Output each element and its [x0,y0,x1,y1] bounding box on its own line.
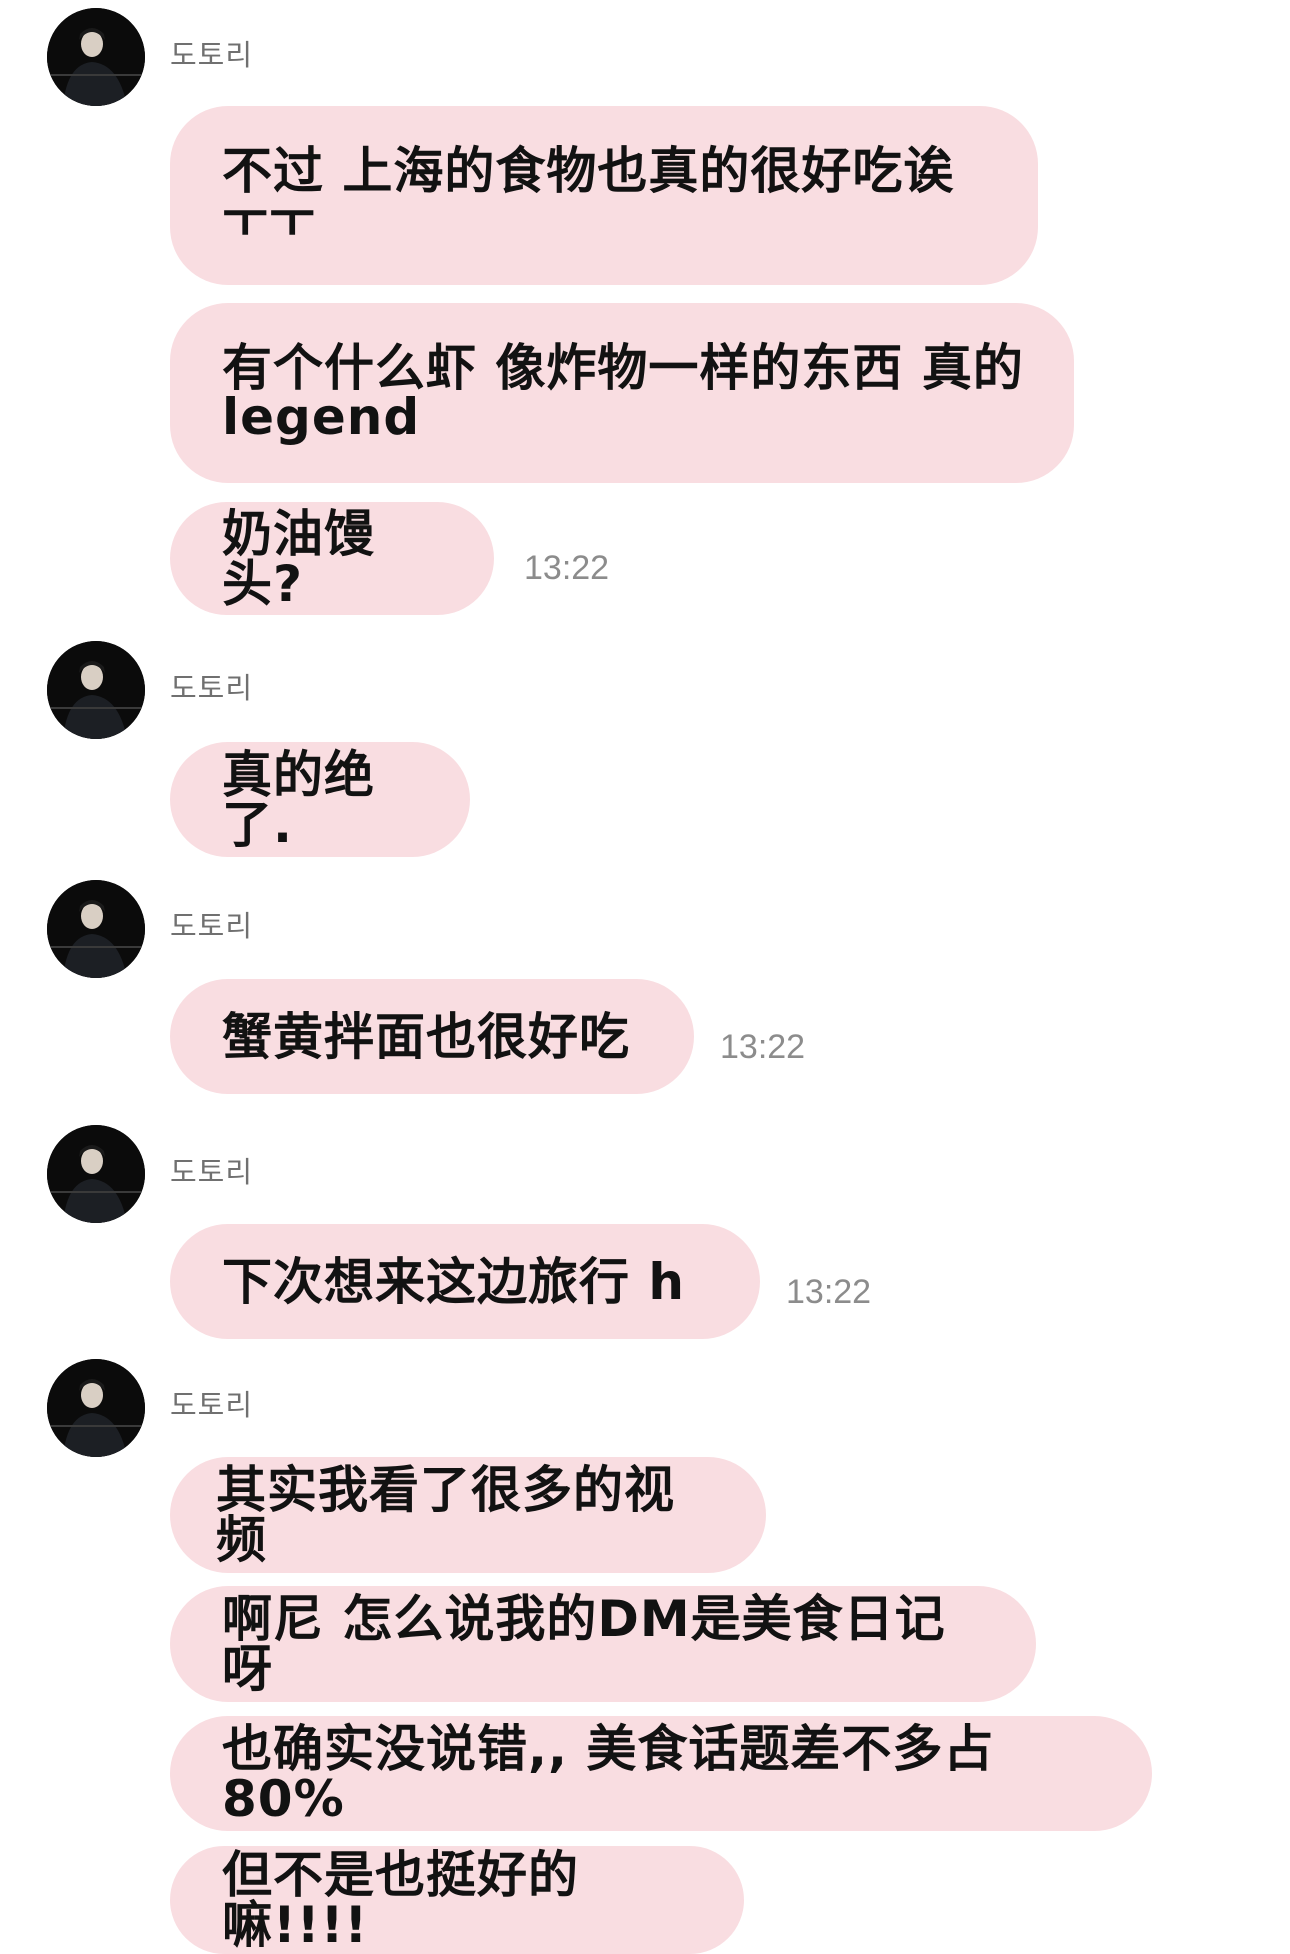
chat-screen: { "chat": { "messages": [ { "sender": "도… [0,0,1290,1954]
message-bubble[interactable]: 蟹黄拌面也很好吃 [170,979,694,1094]
avatar[interactable] [47,880,145,978]
sender-name: 도토리 [170,38,254,72]
sender-name: 도토리 [170,671,254,705]
message-bubble[interactable]: 但不是也挺好的嘛!!!! [170,1846,744,1954]
sender-name: 도토리 [170,909,254,943]
message-bubble[interactable]: 有个什么虾 像炸物一样的东西 真的 legend [170,303,1074,483]
message-bubble[interactable]: 奶油馒头? [170,502,494,615]
avatar-image [47,1359,145,1457]
avatar-image [47,1125,145,1223]
message-text: 奶油馒头? [222,504,375,613]
message-timestamp: 13:22 [720,1028,806,1066]
message-timestamp: 13:22 [524,549,610,587]
avatar-image [47,641,145,739]
message-bubble[interactable]: 下次想来这边旅行 h [170,1224,760,1339]
message-text: 不过 上海的食物也真的很好吃诶 ㅜㅜ [222,141,955,249]
message-text: 下次想来这边旅行 h [222,1252,686,1311]
sender-name: 도토리 [170,1388,254,1422]
message-bubble[interactable]: 啊尼 怎么说我的DM是美食日记呀 [170,1586,1036,1702]
avatar[interactable] [47,641,145,739]
message-bubble[interactable]: 也确实没说错,, 美食话题差不多占80% [170,1716,1152,1831]
avatar[interactable] [47,1125,145,1223]
message-text: 但不是也挺好的嘛!!!! [222,1846,579,1954]
message-text: 也确实没说错,, 美食话题差不多占80% [222,1719,995,1828]
message-text: 有个什么虾 像炸物一样的东西 真的 legend [222,339,1024,446]
message-bubble[interactable]: 不过 上海的食物也真的很好吃诶 ㅜㅜ [170,106,1038,285]
message-text: 其实我看了很多的视频 [216,1461,675,1569]
message-text: 真的绝了. [222,745,375,854]
message-text: 蟹黄拌面也很好吃 [222,1007,630,1066]
message-bubble[interactable]: 其实我看了很多的视频 [170,1457,766,1573]
message-timestamp: 13:22 [786,1273,872,1311]
message-text: 啊尼 怎么说我的DM是美食日记呀 [222,1590,946,1698]
avatar-image [47,8,145,106]
sender-name: 도토리 [170,1155,254,1189]
avatar-image [47,880,145,978]
avatar[interactable] [47,8,145,106]
message-bubble[interactable]: 真的绝了. [170,742,470,857]
avatar[interactable] [47,1359,145,1457]
